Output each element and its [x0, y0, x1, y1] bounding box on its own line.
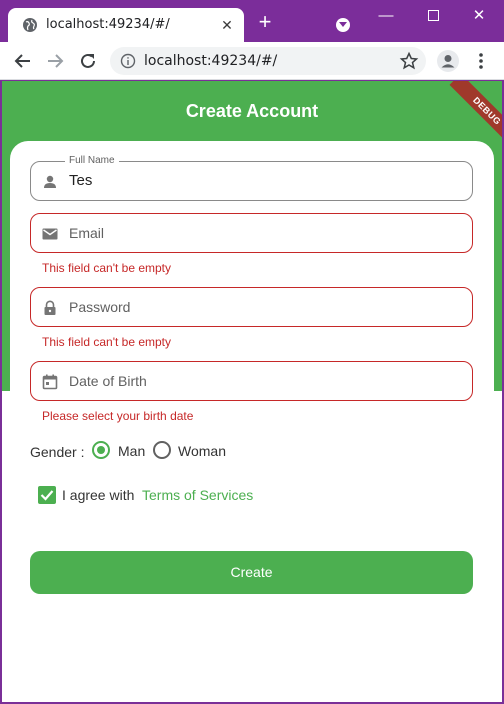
- person-icon[interactable]: [437, 50, 459, 72]
- radio-woman-label[interactable]: Woman: [178, 443, 226, 459]
- forward-arrow-icon[interactable]: [44, 50, 66, 72]
- close-icon[interactable]: ✕: [457, 2, 501, 30]
- lock-icon: [44, 300, 56, 315]
- info-icon[interactable]: [120, 53, 136, 69]
- mail-icon: [42, 228, 58, 240]
- tab-bar: localhost:49234/#/ ✕ + — ✕: [0, 0, 504, 42]
- globe-icon: [23, 18, 37, 32]
- password-field[interactable]: Password: [30, 287, 473, 327]
- browser-toolbar: localhost:49234/#/: [0, 42, 504, 80]
- terms-link[interactable]: Terms of Services: [142, 487, 253, 503]
- full-name-input[interactable]: Tes: [69, 172, 92, 189]
- form-card: Full Name Tes Email This field can't be …: [10, 141, 494, 702]
- email-error: This field can't be empty: [42, 261, 172, 275]
- chevron-down-icon[interactable]: [336, 18, 350, 32]
- browser-window: localhost:49234/#/ ✕ + — ✕ localhost:492…: [0, 0, 504, 704]
- dob-error: Please select your birth date: [42, 409, 194, 423]
- create-button[interactable]: Create: [30, 551, 473, 594]
- dob-field[interactable]: Date of Birth: [30, 361, 473, 401]
- address-bar[interactable]: localhost:49234/#/: [110, 47, 426, 75]
- person-icon: [44, 175, 56, 188]
- gender-label: Gender :: [30, 444, 85, 460]
- agree-checkbox[interactable]: [38, 486, 56, 504]
- calendar-icon: [42, 374, 58, 390]
- radio-man-label[interactable]: Man: [118, 443, 145, 459]
- more-vert-icon[interactable]: [473, 50, 489, 72]
- reload-icon[interactable]: [77, 50, 99, 72]
- tab-title: localhost:49234/#/: [46, 17, 170, 32]
- password-error: This field can't be empty: [42, 335, 172, 349]
- radio-woman[interactable]: [153, 441, 171, 459]
- agree-text: I agree with: [62, 487, 135, 503]
- close-icon[interactable]: ✕: [218, 16, 236, 34]
- plus-icon[interactable]: +: [254, 11, 276, 34]
- radio-man[interactable]: [92, 441, 110, 459]
- browser-tab[interactable]: localhost:49234/#/ ✕: [8, 8, 244, 42]
- page-title: Create Account: [185, 101, 319, 121]
- full-name-field[interactable]: Full Name Tes: [30, 155, 473, 201]
- maximize-icon[interactable]: [411, 2, 455, 30]
- url-text: localhost:49234/#/: [144, 53, 278, 69]
- password-placeholder: Password: [69, 299, 131, 315]
- star-icon[interactable]: [399, 51, 419, 71]
- check-icon: [40, 490, 54, 501]
- app-viewport: Create Account DEBUG Full Name Tes Email: [2, 81, 502, 702]
- minimize-icon[interactable]: —: [364, 2, 408, 30]
- back-arrow-icon[interactable]: [12, 50, 34, 72]
- dob-placeholder: Date of Birth: [69, 373, 147, 389]
- email-placeholder: Email: [69, 225, 105, 241]
- full-name-label: Full Name: [65, 155, 119, 166]
- email-field[interactable]: Email: [30, 213, 473, 253]
